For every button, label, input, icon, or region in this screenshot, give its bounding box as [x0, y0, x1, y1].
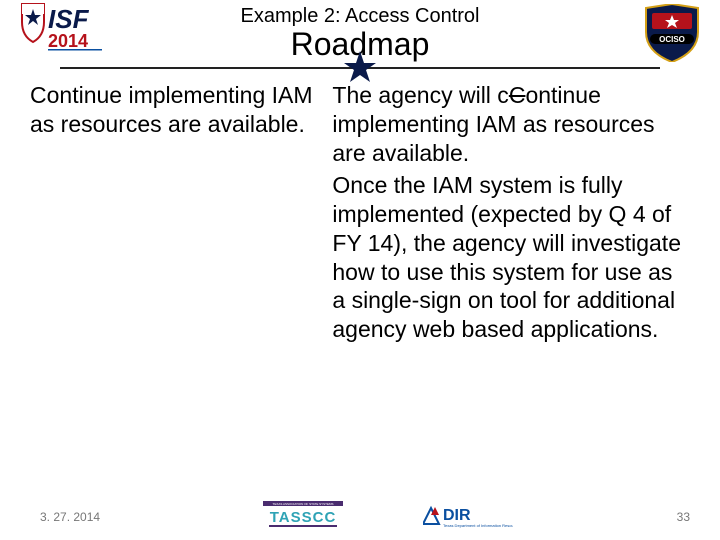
dir-logo: DIR Texas Department of Information Reso… [423, 502, 513, 531]
star-icon [342, 49, 378, 90]
svg-text:Texas Department of Informatio: Texas Department of Information Resource… [443, 523, 513, 528]
tasscc-logo: TEXAS ASSOCIATION OF STATE SYSTEMS TASSC… [263, 501, 343, 532]
svg-text:TEXAS ASSOCIATION OF STATE SYS: TEXAS ASSOCIATION OF STATE SYSTEMS [273, 502, 334, 506]
svg-text:TASSCC: TASSCC [270, 509, 337, 526]
footer-date: 3. 27. 2014 [40, 510, 100, 524]
left-column-text: Continue implementing IAM as resources a… [30, 81, 320, 344]
footer-page-number: 33 [677, 510, 690, 524]
right-column-text: The agency will cContinue implementing I… [332, 81, 690, 344]
slide-subtitle: Example 2: Access Control [20, 5, 700, 28]
svg-text:DIR: DIR [443, 507, 471, 524]
